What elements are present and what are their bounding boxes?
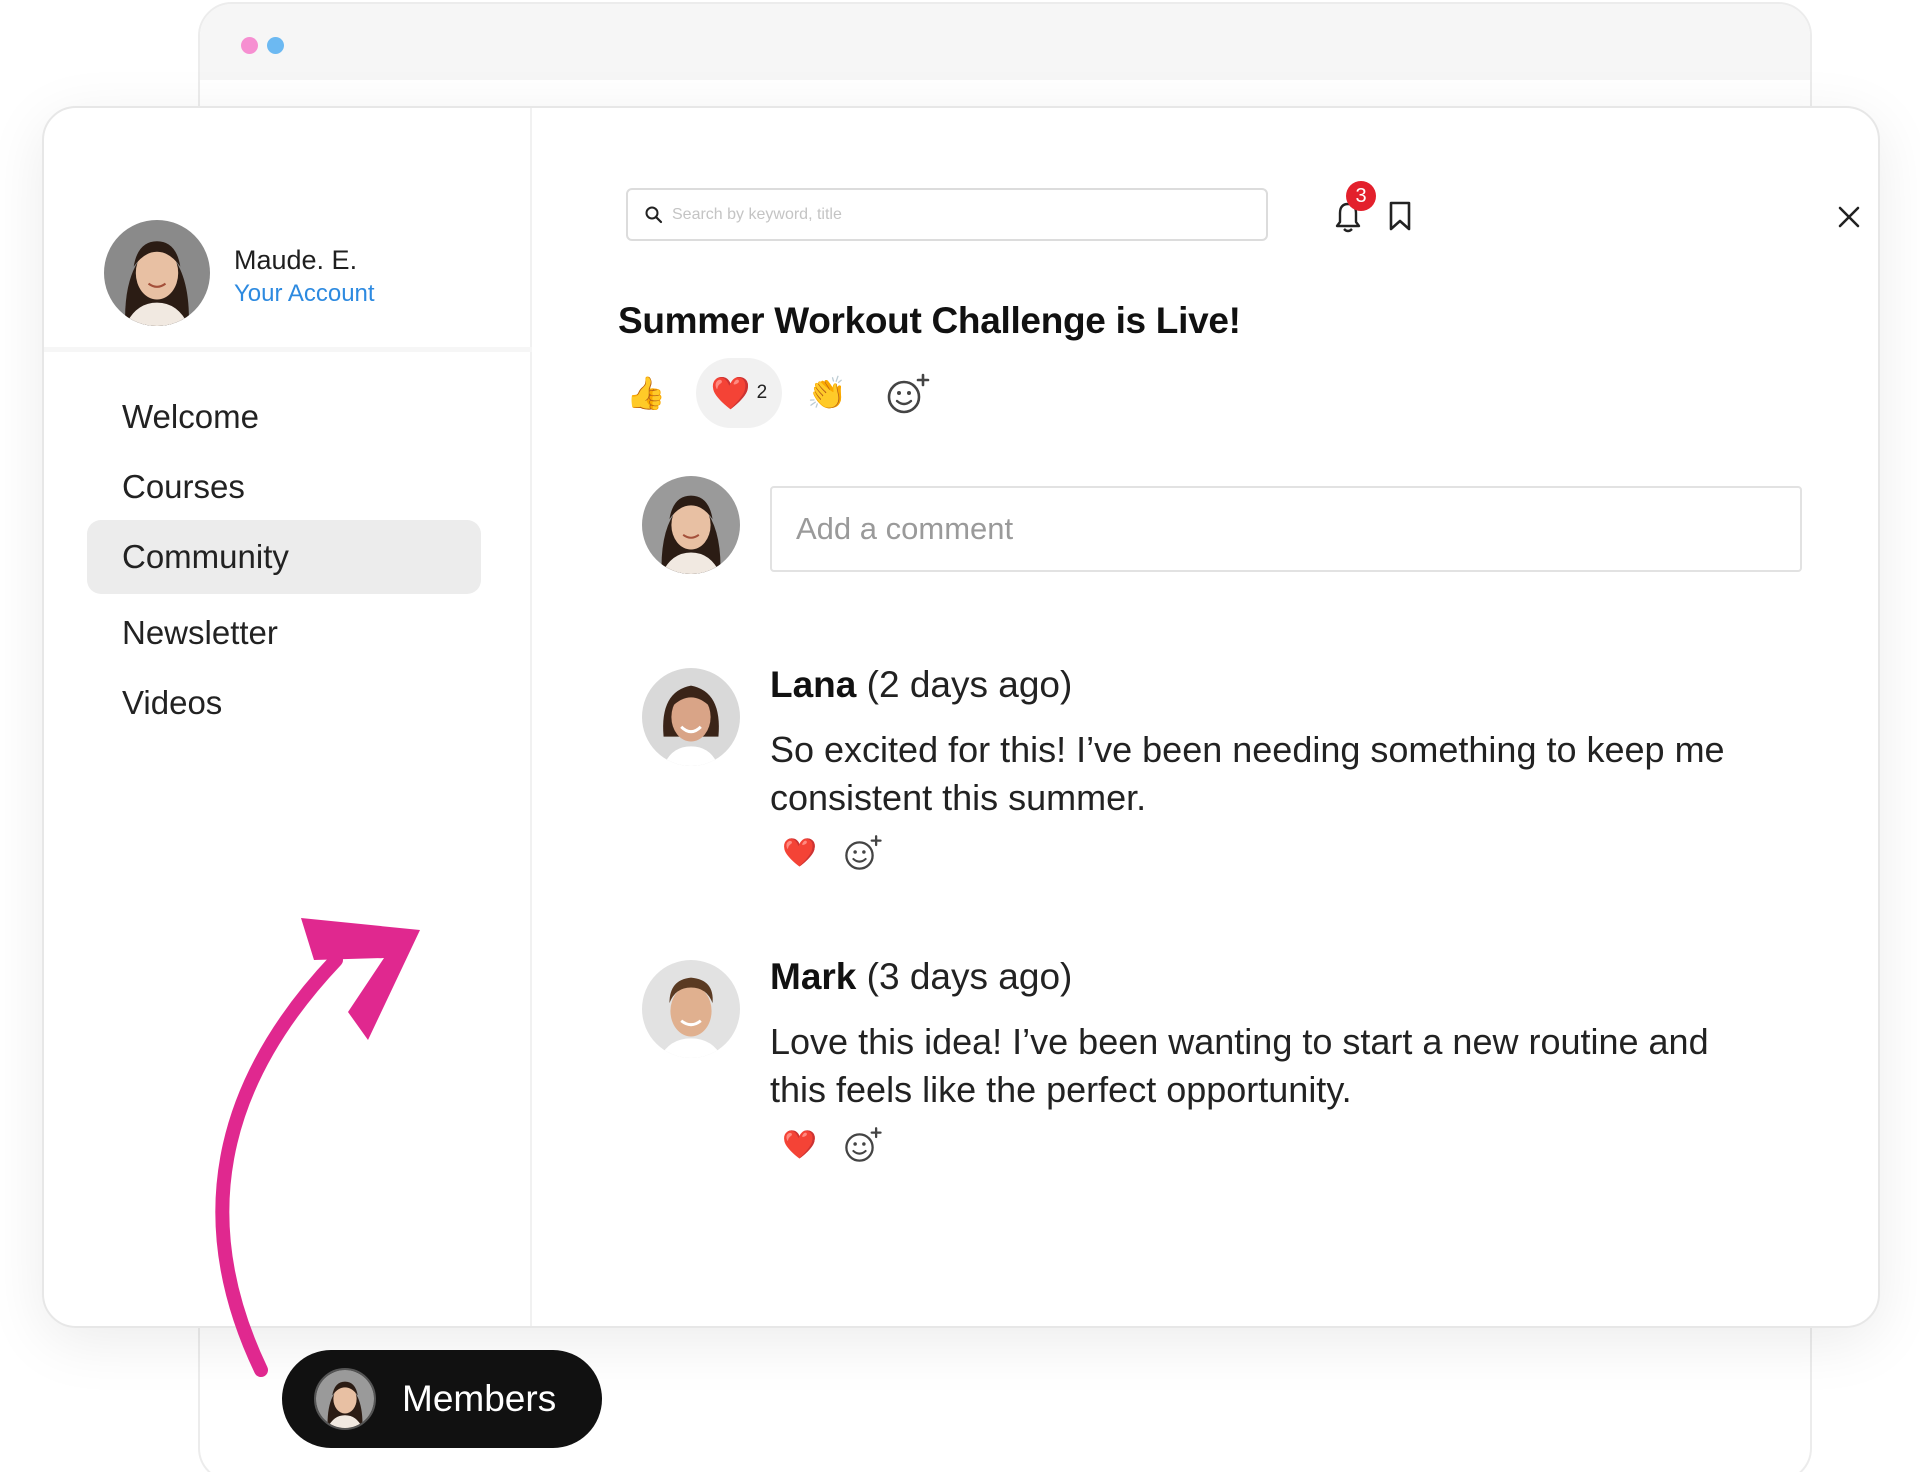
- reaction-clap[interactable]: 👏: [782, 358, 872, 428]
- comment-timestamp: (2 days ago): [866, 664, 1073, 705]
- members-label: Members: [402, 1378, 557, 1419]
- comment-author[interactable]: Mark: [770, 956, 856, 997]
- app-window: Maude. E. Your Account Welcome Courses C…: [42, 106, 1880, 1328]
- members-avatar: [314, 1368, 376, 1430]
- search-icon: [645, 206, 663, 224]
- profile-section: Maude. E. Your Account: [44, 108, 532, 352]
- user-avatar[interactable]: [104, 220, 210, 326]
- comment-avatar-mark[interactable]: [642, 960, 740, 1058]
- commenter-avatar: [642, 476, 740, 574]
- reaction-thumbs-up[interactable]: 👍: [624, 358, 668, 428]
- search-input[interactable]: [672, 198, 1252, 232]
- heart-icon[interactable]: ❤️: [782, 836, 817, 869]
- bookmark-icon[interactable]: [1387, 200, 1413, 232]
- add-emoji-icon[interactable]: [842, 832, 884, 872]
- comment-header: Mark (3 days ago): [770, 956, 1072, 998]
- comment-text: So excited for this! I’ve been needing s…: [770, 729, 1725, 818]
- post-title: Summer Workout Challenge is Live!: [618, 300, 1241, 341]
- members-button[interactable]: Members: [282, 1350, 602, 1448]
- heart-icon: ❤️: [710, 374, 751, 412]
- your-account-link[interactable]: Your Account: [234, 280, 375, 308]
- clapping-hands-icon: 👏: [807, 374, 847, 412]
- sidebar-item-videos[interactable]: Videos: [87, 666, 481, 740]
- add-emoji-icon: [887, 373, 930, 414]
- add-reaction-button[interactable]: [872, 358, 944, 428]
- sidebar: Maude. E. Your Account Welcome Courses C…: [44, 108, 532, 1326]
- window-dot-pink: [241, 37, 258, 54]
- sidebar-item-welcome[interactable]: Welcome: [87, 380, 481, 454]
- reaction-heart[interactable]: ❤️ 2: [696, 358, 782, 428]
- post-panel: 3 Summer Workout Challenge is Live! 👍 ❤️…: [534, 108, 1878, 1326]
- profile-name: Maude. E.: [234, 245, 358, 275]
- notification-badge: 3: [1346, 181, 1376, 211]
- window-dot-blue: [267, 37, 284, 54]
- comment-avatar-lana[interactable]: [642, 668, 740, 766]
- window-titlebar: [200, 4, 1810, 80]
- thumbs-up-icon: 👍: [626, 374, 666, 412]
- comment-timestamp: (3 days ago): [866, 956, 1073, 997]
- sidebar-item-courses[interactable]: Courses: [87, 450, 481, 524]
- comment-author[interactable]: Lana: [770, 664, 856, 705]
- sidebar-item-community[interactable]: Community: [87, 520, 481, 594]
- search-bar: [626, 188, 1268, 241]
- comment-input[interactable]: [770, 486, 1802, 572]
- comment-text: Love this idea! I’ve been wanting to sta…: [770, 1021, 1709, 1110]
- comment-header: Lana (2 days ago): [770, 664, 1072, 706]
- close-icon[interactable]: [1836, 204, 1862, 230]
- heart-icon[interactable]: ❤️: [782, 1128, 817, 1161]
- sidebar-item-newsletter[interactable]: Newsletter: [87, 596, 481, 670]
- add-emoji-icon[interactable]: [842, 1124, 884, 1164]
- heart-count: 2: [756, 382, 768, 403]
